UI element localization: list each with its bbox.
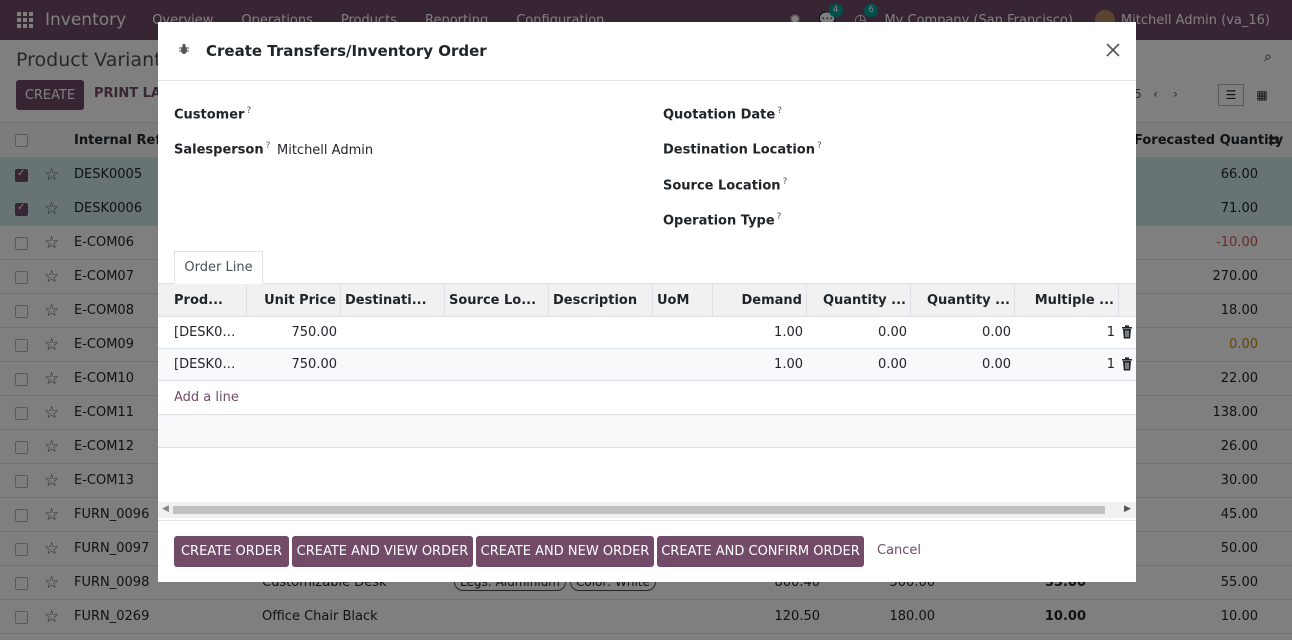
customer-help-icon[interactable]: ?: [246, 106, 251, 116]
salesperson-label: Salesperson?: [174, 141, 270, 157]
line-demand[interactable]: 1.00: [713, 325, 803, 340]
operation-type-label: Operation Type?: [663, 212, 781, 228]
trash-icon[interactable]: [1121, 325, 1133, 339]
col-product[interactable]: Prod...: [158, 284, 247, 317]
destination-location-label-text: Destination Location: [663, 142, 815, 158]
dialog-title: Create Transfers/Inventory Order: [206, 42, 487, 60]
col-quantity-2[interactable]: Quantity ...: [911, 284, 1015, 317]
source-location-label: Source Location?: [663, 177, 787, 193]
create-and-confirm-order-button[interactable]: CREATE AND CONFIRM ORDER: [657, 536, 864, 567]
col-demand[interactable]: Demand: [713, 284, 807, 317]
order-line-row[interactable]: [DESK00... 750.00 1.00 0.00 0.00 1: [158, 317, 1136, 349]
source-location-label-text: Source Location: [663, 178, 781, 194]
line-unit-price[interactable]: 750.00: [247, 357, 338, 372]
create-order-dialog: Create Transfers/Inventory Order Custome…: [158, 22, 1136, 582]
line-quantity-1[interactable]: 0.00: [807, 325, 907, 340]
operation-type-field[interactable]: [818, 212, 1118, 230]
scrollbar-thumb[interactable]: [173, 506, 1105, 514]
quotation-date-label-text: Quotation Date: [663, 107, 776, 123]
line-quantity-1[interactable]: 0.00: [807, 357, 907, 372]
quotation-date-label: Quotation Date?: [663, 106, 782, 122]
operation-type-label-text: Operation Type: [663, 213, 775, 229]
line-quantity-2[interactable]: 0.00: [911, 357, 1011, 372]
line-demand[interactable]: 1.00: [713, 357, 803, 372]
order-lines-header: Prod... Unit Price Destinati... Source L…: [158, 284, 1136, 317]
destination-location-field[interactable]: [818, 141, 1118, 159]
col-multiple[interactable]: Multiple ...: [1015, 284, 1119, 317]
close-icon[interactable]: [1104, 41, 1122, 59]
empty-row: [158, 415, 1136, 448]
source-location-help-icon[interactable]: ?: [783, 177, 788, 187]
salesperson-help-icon[interactable]: ?: [266, 141, 271, 151]
line-quantity-2[interactable]: 0.00: [911, 325, 1011, 340]
customer-field[interactable]: [277, 106, 647, 124]
line-multiple[interactable]: 1: [1015, 325, 1115, 340]
salesperson-field[interactable]: Mitchell Admin: [277, 143, 373, 158]
create-and-new-order-button[interactable]: CREATE AND NEW ORDER: [476, 536, 654, 567]
trash-icon[interactable]: [1121, 357, 1133, 371]
salesperson-label-text: Salesperson: [174, 142, 264, 158]
col-source[interactable]: Source Lo...: [445, 284, 549, 317]
create-and-view-order-button[interactable]: CREATE AND VIEW ORDER: [292, 536, 473, 567]
customer-label-text: Customer: [174, 107, 245, 123]
col-quantity-1[interactable]: Quantity ...: [807, 284, 911, 317]
line-multiple[interactable]: 1: [1015, 357, 1115, 372]
quotation-date-help-icon[interactable]: ?: [777, 106, 782, 116]
cancel-button[interactable]: Cancel: [877, 543, 921, 558]
bug-icon: [179, 43, 189, 54]
add-line-link[interactable]: Add a line: [174, 390, 239, 405]
operation-type-help-icon[interactable]: ?: [777, 212, 782, 222]
scroll-left-icon[interactable]: ◀: [162, 504, 169, 514]
order-line-row[interactable]: [DESK00... 750.00 1.00 0.00 0.00 1: [158, 349, 1136, 381]
quotation-date-field[interactable]: [818, 106, 1118, 124]
scroll-right-icon[interactable]: ▶: [1124, 504, 1131, 514]
col-description[interactable]: Description: [549, 284, 653, 317]
source-location-field[interactable]: [818, 177, 1118, 195]
line-product[interactable]: [DESK00...: [174, 325, 240, 340]
horizontal-scrollbar[interactable]: ◀ ▶: [158, 502, 1136, 518]
col-unit-price[interactable]: Unit Price: [247, 284, 341, 317]
line-unit-price[interactable]: 750.00: [247, 325, 338, 340]
dialog-header: Create Transfers/Inventory Order: [158, 22, 1136, 81]
tab-order-line[interactable]: Order Line: [174, 251, 263, 284]
col-uom[interactable]: UoM: [653, 284, 713, 317]
col-destination[interactable]: Destinati...: [341, 284, 445, 317]
dialog-footer: CREATE ORDER CREATE AND VIEW ORDER CREAT…: [158, 520, 1136, 582]
create-order-button[interactable]: CREATE ORDER: [174, 536, 289, 567]
order-lines-table: Prod... Unit Price Destinati... Source L…: [158, 284, 1136, 529]
customer-label: Customer?: [174, 106, 251, 122]
line-product[interactable]: [DESK00...: [174, 357, 240, 372]
destination-location-label: Destination Location?: [663, 141, 822, 157]
